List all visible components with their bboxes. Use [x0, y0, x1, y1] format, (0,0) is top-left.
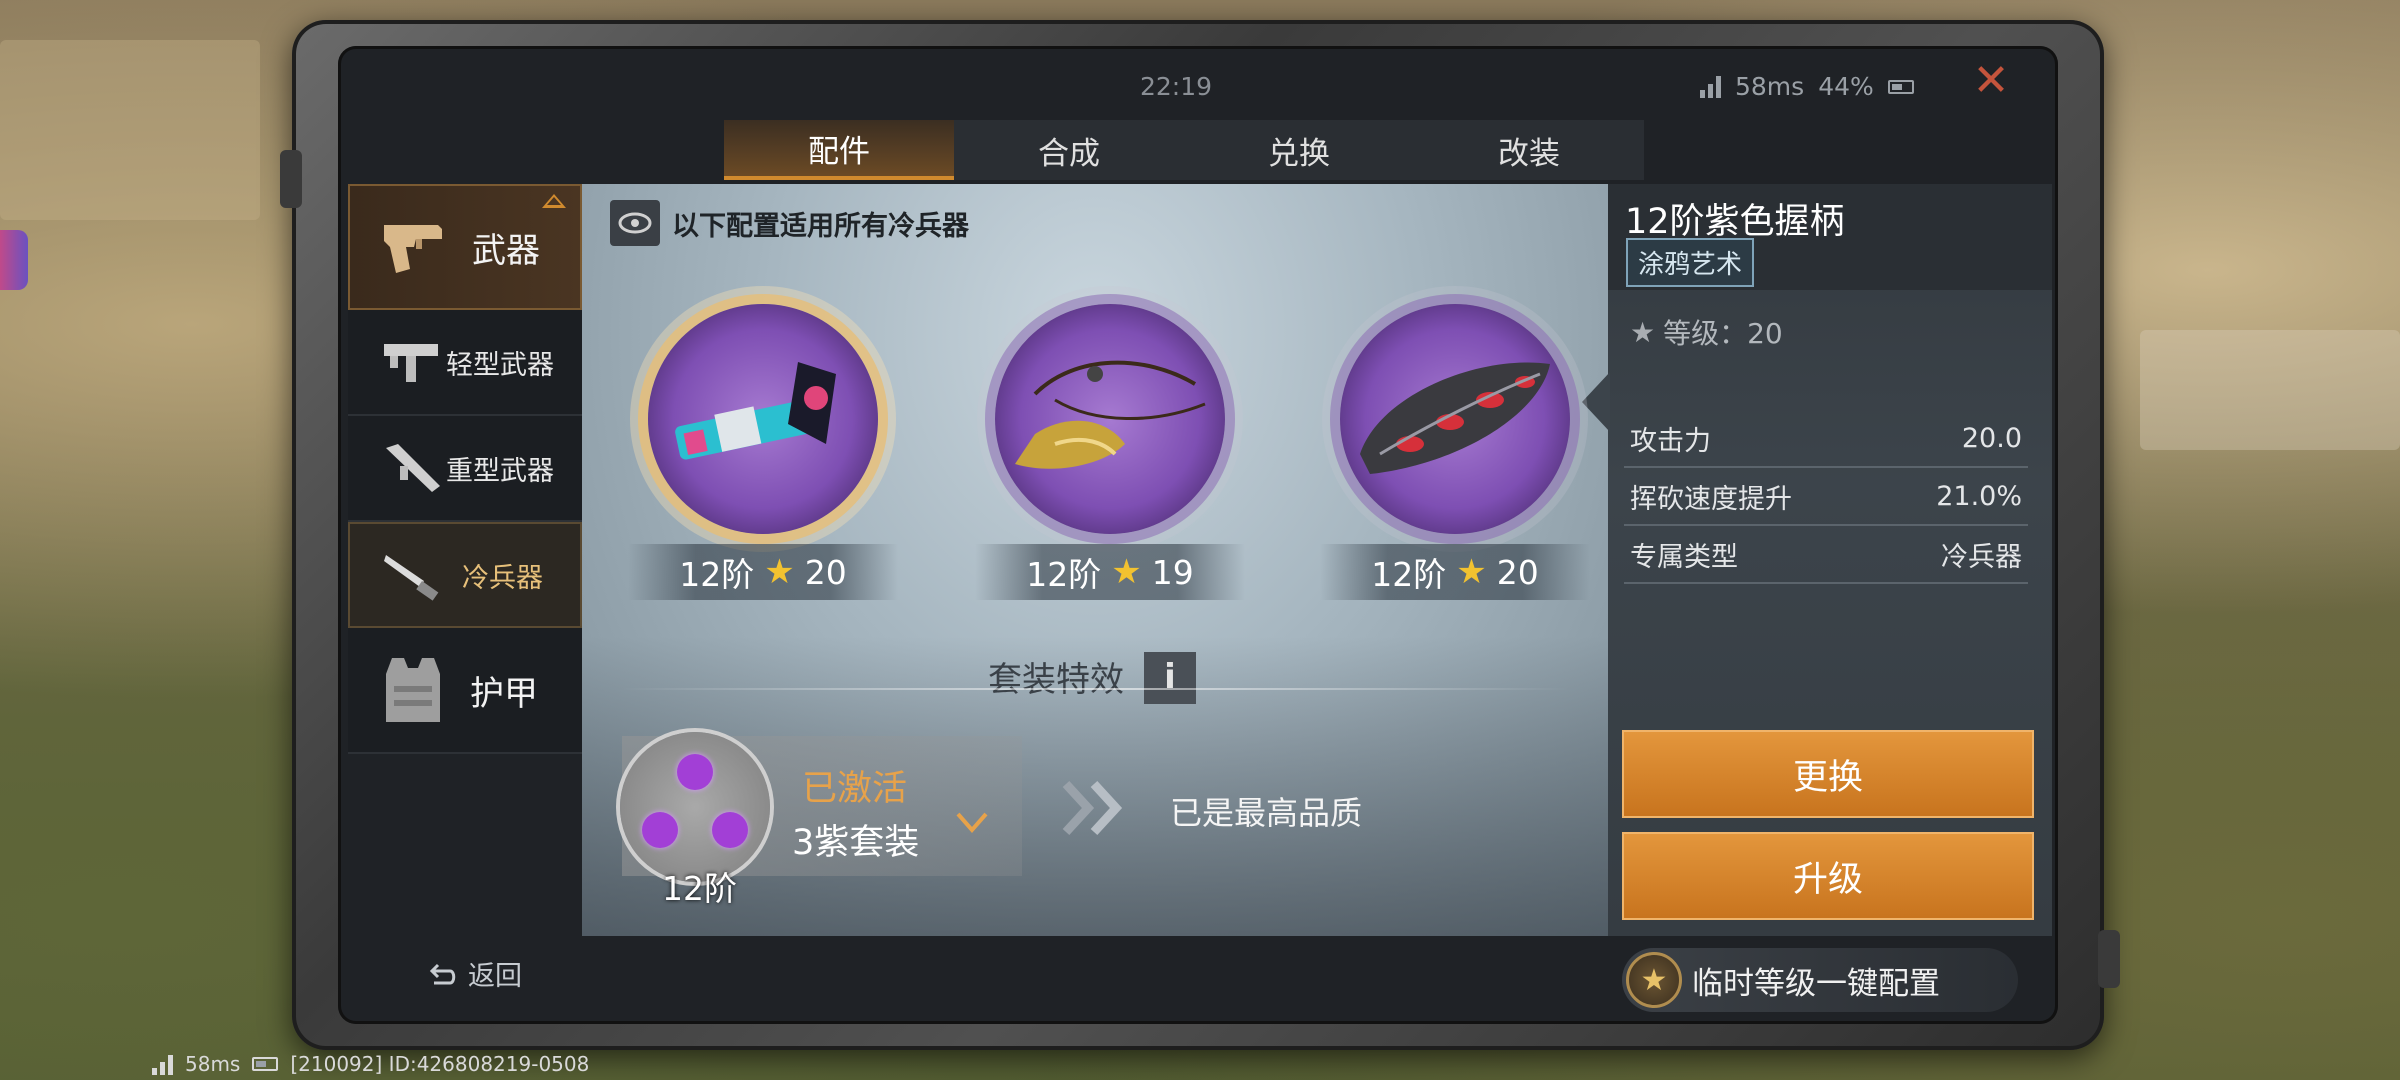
item-tier-label: 12阶 ★ 20 [628, 544, 898, 600]
background-scenery [2140, 330, 2400, 450]
background-scenery [0, 40, 260, 220]
star-icon: ★ [1630, 315, 1656, 349]
tier-text: 12阶 [679, 555, 755, 594]
upgrade-button[interactable]: 升级 [1622, 832, 2034, 920]
frame-clip [2098, 930, 2120, 988]
star-count: 19 [1151, 552, 1194, 592]
sidebar-item-armor[interactable]: 护甲 [348, 628, 582, 754]
side-drawer-tab[interactable] [0, 230, 28, 290]
back-label: 返回 [468, 961, 522, 992]
star-icon: ★ [1111, 552, 1142, 592]
sidebar-item-weapons[interactable]: 武器 [348, 184, 582, 310]
star-count: 20 [1496, 552, 1539, 592]
sidebar-item-label: 冷兵器 [462, 562, 543, 594]
stat-row: 挥砍速度提升 21.0% [1624, 468, 2028, 526]
pistol-icon [376, 207, 456, 287]
signal-icon [152, 1053, 173, 1075]
set-tier-text: 12阶 [662, 869, 737, 908]
detail-pointer [1582, 372, 1610, 432]
battery-icon [1887, 79, 1914, 94]
tab-modify[interactable]: 改装 [1414, 120, 1644, 180]
info-button[interactable]: i [1144, 652, 1196, 704]
sidebar-item-melee[interactable]: 冷兵器 [348, 522, 582, 628]
close-icon[interactable]: ✕ [1970, 59, 2012, 104]
stat-label: 攻击力 [1630, 425, 1711, 457]
set-status-text: 已激活 [802, 769, 908, 809]
item-tier-label: 12阶 ★ 20 [1320, 544, 1590, 600]
sidebar-item-label: 护甲 [470, 673, 538, 714]
tier-text: 12阶 [1026, 555, 1102, 594]
back-button[interactable]: 返回 [428, 954, 522, 993]
sidebar-item-light-weapons[interactable]: 轻型武器 [348, 310, 582, 416]
sidebar-item-label: 武器 [472, 230, 540, 271]
tassel-icon [1015, 360, 1206, 469]
ping-text: 58ms [1735, 72, 1805, 101]
set-emblem-icon [620, 732, 770, 882]
tab-craft[interactable]: 合成 [954, 120, 1184, 180]
item-tier-label: 12阶 ★ 19 [975, 544, 1245, 600]
star-icon: ★ [1456, 552, 1487, 592]
stat-value: 冷兵器 [1941, 541, 2022, 573]
launcher-icon [378, 438, 448, 498]
tab-bar: 配件 合成 兑换 改装 [724, 120, 1644, 180]
frame-clip [280, 150, 302, 208]
stat-value: 20.0 [1961, 422, 2022, 454]
signal-icon [1700, 75, 1721, 98]
set-name-text: 3紫套装 [792, 823, 920, 863]
skin-tag: 涂鸦艺术 [1626, 238, 1755, 287]
session-id: [210092] ID:426808219-0508 [290, 1052, 590, 1076]
stat-label: 挥砍速度提升 [1630, 483, 1792, 515]
replace-button[interactable]: 更换 [1622, 730, 2034, 818]
sidebar-item-label: 重型武器 [446, 455, 554, 487]
category-sidebar: 武器 轻型武器 重型武器 冷兵器 护甲 [348, 184, 582, 754]
back-arrow-icon [429, 963, 456, 984]
tomahawk-icon [675, 362, 836, 460]
eye-icon[interactable] [610, 200, 660, 246]
tab-exchange[interactable]: 兑换 [1184, 120, 1414, 180]
stat-row: 攻击力 20.0 [1624, 410, 2028, 468]
stat-label: 专属类型 [1630, 541, 1738, 573]
chevron-down-icon[interactable] [954, 808, 990, 838]
knife-icon [380, 545, 450, 605]
status-bar: 58ms 44% [1700, 72, 1914, 101]
quick-config-button[interactable]: ★ 临时等级一键配置 [1622, 948, 2018, 1012]
divider [620, 688, 1570, 690]
notice-text: 以下配置适用所有冷兵器 [672, 210, 969, 242]
sidebar-item-heavy-weapons[interactable]: 重型武器 [348, 416, 582, 522]
quick-config-label: 临时等级一键配置 [1692, 965, 1940, 1002]
debug-footer: 58ms [210092] ID:426808219-0508 [152, 1052, 589, 1076]
smg-icon [378, 332, 448, 392]
notice-bar: 以下配置适用所有冷兵器 [610, 200, 969, 246]
max-quality-text: 已是最高品质 [1170, 794, 1363, 832]
star-badge-icon: ★ [1626, 952, 1682, 1008]
item-level: ★ 等级：20 [1630, 312, 1783, 352]
clock: 22:19 [1140, 72, 1213, 101]
item-title: 12阶紫色握柄 [1625, 202, 1845, 242]
double-arrow-icon [1062, 780, 1123, 836]
set-effect-title: 套装特效 [988, 660, 1124, 700]
tier-text: 12阶 [1371, 555, 1447, 594]
tab-accessories[interactable]: 配件 [724, 120, 954, 180]
level-text: 等级：20 [1663, 317, 1783, 350]
grip-icon [1360, 362, 1550, 474]
stats-table: 攻击力 20.0 挥砍速度提升 21.0% 专属类型 冷兵器 [1624, 410, 2028, 584]
battery-icon [252, 1057, 279, 1071]
star-icon: ★ [764, 552, 795, 592]
vest-icon [378, 650, 448, 730]
footer-ping: 58ms [185, 1052, 241, 1076]
sidebar-item-label: 轻型武器 [446, 349, 554, 381]
collapse-caret-icon[interactable] [542, 194, 566, 208]
battery-text: 44% [1818, 72, 1874, 101]
stat-row: 专属类型 冷兵器 [1624, 526, 2028, 584]
stat-value: 21.0% [1936, 480, 2022, 512]
star-count: 20 [804, 552, 847, 592]
